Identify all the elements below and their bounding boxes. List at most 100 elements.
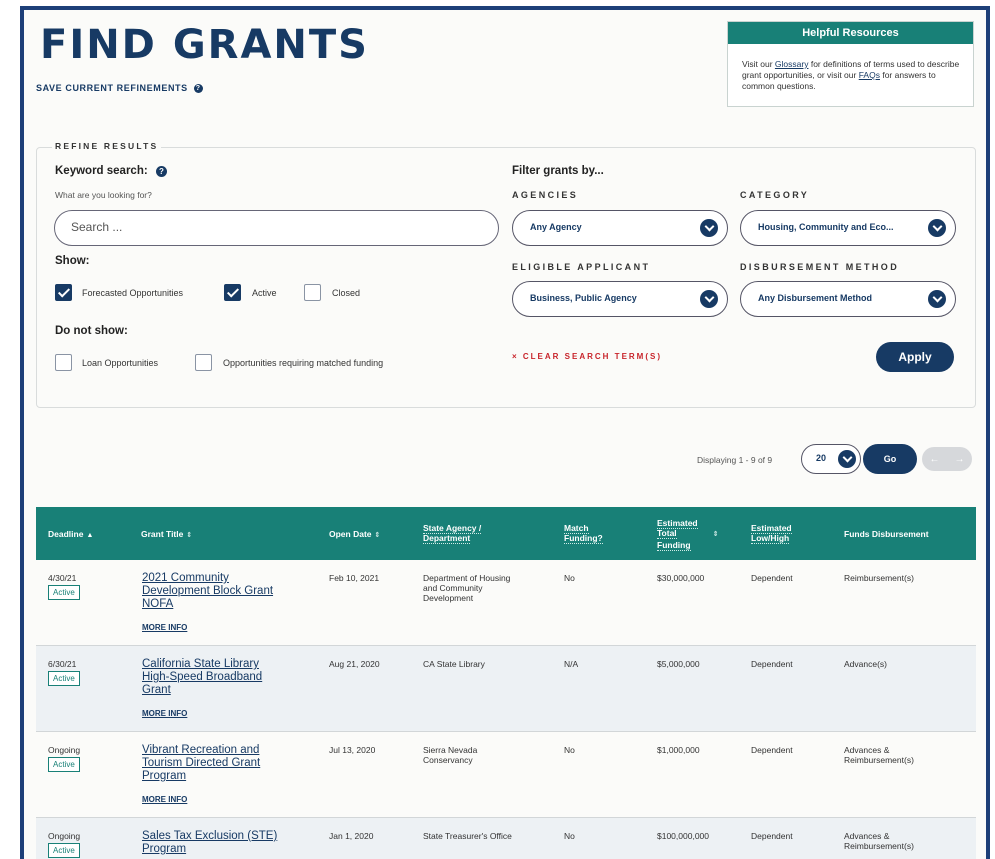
- col-funding-label-3: Funding: [657, 540, 691, 551]
- keyword-search-label: Keyword search: ?: [55, 165, 167, 177]
- go-button[interactable]: Go: [863, 444, 917, 474]
- closed-checkbox[interactable]: [304, 284, 321, 301]
- agency-line: Development: [423, 593, 474, 603]
- grant-title-link[interactable]: Sales Tax Exclusion (STE) Program: [142, 830, 322, 856]
- keyword-help-icon[interactable]: ?: [155, 166, 167, 177]
- save-refinements-label[interactable]: SAVE CURRENT REFINEMENTS: [36, 83, 188, 93]
- title-line[interactable]: Program: [142, 843, 186, 855]
- col-open-date[interactable]: Open Date ⇕: [329, 529, 380, 541]
- prev-page-icon[interactable]: ←: [930, 454, 940, 465]
- table-row: Ongoing Active Sales Tax Exclusion (STE)…: [36, 818, 976, 859]
- agency-line: and Community: [423, 583, 483, 593]
- col-agency-label-2: Department: [423, 533, 471, 544]
- status-badge: Active: [48, 671, 80, 686]
- chevron-down-icon: [838, 450, 856, 468]
- col-match-funding[interactable]: Match Funding?: [564, 523, 603, 544]
- total-funding: $100,000,000: [657, 831, 709, 841]
- agency: State Treasurer's Office: [423, 831, 512, 841]
- funds-disbursement: Advances & Reimbursement(s): [844, 745, 914, 765]
- more-info-link[interactable]: MORE INFO: [142, 795, 187, 804]
- show-label: Show:: [55, 255, 90, 267]
- title-line[interactable]: 2021 Community: [142, 572, 229, 584]
- page-size-select[interactable]: 20: [801, 444, 861, 474]
- total-funding: $5,000,000: [657, 659, 700, 669]
- table-header: Deadline ▲ Grant Title ⇕ Open Date ⇕ State …: [36, 507, 976, 560]
- help-icon[interactable]: ?: [193, 83, 203, 93]
- grant-title-link[interactable]: California State Library High-Speed Broad…: [142, 658, 302, 697]
- results-count: Displaying 1 - 9 of 9: [697, 455, 773, 465]
- faqs-link[interactable]: FAQs: [859, 70, 880, 80]
- col-deadline-label: Deadline: [48, 529, 84, 539]
- agency: CA State Library: [423, 659, 485, 669]
- deadline: 4/30/21: [48, 573, 77, 583]
- search-input[interactable]: Search ...: [54, 210, 499, 246]
- disbursement-line: Advances &: [844, 745, 890, 755]
- grant-title-link[interactable]: Vibrant Recreation and Tourism Directed G…: [142, 744, 302, 783]
- sort-icon: ⇕: [186, 532, 193, 539]
- chevron-down-icon: [700, 219, 718, 237]
- title-line[interactable]: Program: [142, 770, 186, 782]
- category-label: CATEGORY: [740, 190, 810, 200]
- forecasted-checkbox[interactable]: [55, 284, 72, 301]
- title-line[interactable]: Vibrant Recreation and: [142, 744, 259, 756]
- apply-button[interactable]: Apply: [876, 342, 954, 372]
- category-select[interactable]: Housing, Community and Eco...: [740, 210, 956, 246]
- pager-controls: ← →: [922, 447, 972, 471]
- save-refinements-link[interactable]: SAVE CURRENT REFINEMENTS ?: [36, 83, 203, 93]
- more-info-link[interactable]: MORE INFO: [142, 623, 187, 632]
- matched-funding-label: Opportunities requiring matched funding: [223, 358, 384, 368]
- more-info-link[interactable]: MORE INFO: [142, 709, 187, 718]
- title-line[interactable]: Sales Tax Exclusion (STE): [142, 830, 277, 842]
- glossary-link[interactable]: Glossary: [775, 59, 809, 69]
- deadline: 6/30/21: [48, 659, 77, 669]
- helpful-resources-title: Helpful Resources: [728, 22, 973, 44]
- disbursement-method-label: DISBURSEMENT METHOD: [740, 262, 900, 272]
- forecasted-label: Forecasted Opportunities: [82, 288, 184, 298]
- status-badge: Active: [48, 843, 80, 858]
- title-line[interactable]: NOFA: [142, 598, 173, 610]
- resources-text-1: Visit our: [742, 59, 775, 69]
- eligible-applicant-select[interactable]: Business, Public Agency: [512, 281, 728, 317]
- keyword-hint: What are you looking for?: [55, 190, 152, 200]
- category-value: Housing, Community and Eco...: [758, 222, 894, 232]
- title-line[interactable]: Grant: [142, 684, 171, 696]
- clear-search-terms-link[interactable]: × CLEAR SEARCH TERM(S): [512, 352, 662, 361]
- col-funds-disbursement[interactable]: Funds Disbursement: [844, 529, 929, 539]
- disbursement-method-select[interactable]: Any Disbursement Method: [740, 281, 956, 317]
- title-line[interactable]: Development Block Grant: [142, 585, 273, 597]
- grant-title-link[interactable]: 2021 Community Development Block Grant NOF…: [142, 572, 302, 611]
- loan-checkbox[interactable]: [55, 354, 72, 371]
- col-open-date-label: Open Date: [329, 529, 372, 539]
- col-low-high[interactable]: Estimated Low/High: [751, 523, 792, 544]
- keyword-search-label-text: Keyword search:: [55, 165, 148, 177]
- active-label: Active: [252, 288, 277, 298]
- agencies-select[interactable]: Any Agency: [512, 210, 728, 246]
- col-grant-title[interactable]: Grant Title ⇕: [141, 529, 192, 541]
- match-funding: No: [564, 745, 575, 755]
- active-checkbox[interactable]: [224, 284, 241, 301]
- disbursement-line: Reimbursement(s): [844, 841, 914, 851]
- low-high: Dependent: [751, 831, 793, 841]
- col-disbursement-label: Funds Disbursement: [844, 529, 929, 539]
- next-page-icon[interactable]: →: [955, 454, 965, 465]
- open-date: Jan 1, 2020: [329, 831, 374, 841]
- title-line[interactable]: Tourism Directed Grant: [142, 757, 260, 769]
- table-row: 6/30/21 Active California State Library H…: [36, 646, 976, 732]
- col-funding-label-2: Total: [657, 528, 677, 539]
- title-line[interactable]: High-Speed Broadband: [142, 671, 262, 683]
- eligible-applicant-label: ELIGIBLE APPLICANT: [512, 262, 651, 272]
- chevron-down-icon: [700, 290, 718, 308]
- matched-funding-checkbox[interactable]: [195, 354, 212, 371]
- page-title: FIND GRANTS: [40, 22, 369, 68]
- col-deadline[interactable]: Deadline ▲: [48, 529, 93, 541]
- disbursement-line: Reimbursement(s): [844, 755, 914, 765]
- closed-label: Closed: [332, 288, 361, 298]
- col-agency[interactable]: State Agency / Department: [423, 523, 482, 544]
- helpful-resources-panel: Helpful Resources Visit our Glossary for…: [727, 21, 974, 107]
- do-not-show-label: Do not show:: [55, 325, 128, 337]
- agency: Department of Housing and Community Develo…: [423, 573, 510, 603]
- deadline: Ongoing: [48, 831, 81, 841]
- total-funding: $1,000,000: [657, 745, 700, 755]
- title-line[interactable]: California State Library: [142, 658, 259, 670]
- col-total-funding[interactable]: Estimated Total ⇕ Funding: [657, 518, 719, 551]
